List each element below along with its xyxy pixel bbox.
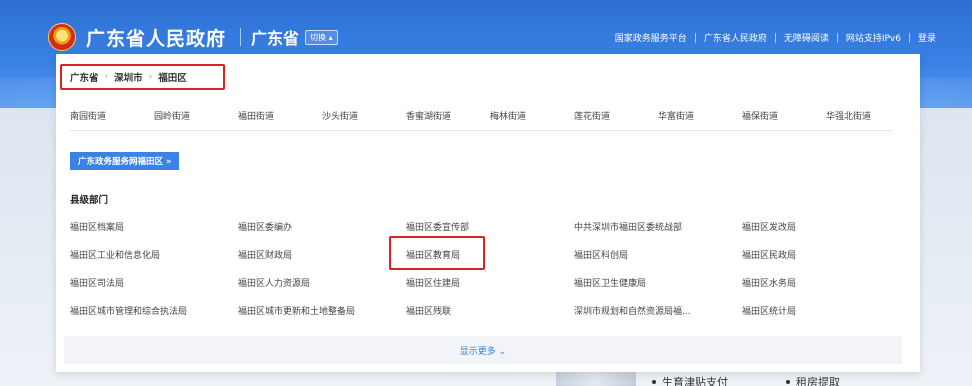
breadcrumb-item-province[interactable]: 广东省	[70, 70, 99, 84]
breadcrumb: 广东省 › 深圳市 › 福田区	[60, 64, 225, 90]
current-region: 广东省	[251, 29, 300, 48]
portal-link-button[interactable]: 广东政务服务网福田区 »	[70, 152, 180, 170]
street-item[interactable]: 莲花街道	[574, 109, 610, 122]
dept-item[interactable]: 福田区委编办	[238, 220, 292, 233]
dept-item[interactable]: 福田区残联	[406, 304, 451, 317]
dept-item[interactable]: 福田区卫生健康局	[574, 276, 646, 289]
street-list: 南园街道 园岭街道 福田街道 沙头街道 香蜜湖街道 梅林街道 莲花街道 华富街道…	[70, 109, 892, 131]
breadcrumb-separator: ›	[148, 72, 153, 82]
site-logo[interactable]: 广东省人民政府 广东省 切换 ▴	[48, 23, 338, 51]
dept-item[interactable]: 福田区城市管理和综合执法局	[70, 304, 187, 317]
link-national-platform[interactable]: 国家政务服务平台	[607, 31, 695, 44]
dept-item[interactable]: 福田区住建局	[406, 276, 460, 289]
dept-item[interactable]: 福田区委宣传部	[406, 220, 469, 233]
site-title: 广东省人民政府	[86, 27, 227, 50]
dept-item[interactable]: 福田区城市更新和土地整备局	[238, 304, 355, 317]
street-item[interactable]: 南园街道	[70, 109, 106, 122]
background-list-item[interactable]: 租房提取	[786, 374, 840, 386]
title-divider	[240, 28, 242, 46]
dept-item[interactable]: 福田区发改局	[742, 220, 796, 233]
dept-item[interactable]: 福田区档案局	[70, 220, 124, 233]
highlight-box	[389, 236, 485, 270]
link-accessibility[interactable]: 无障碍阅读	[776, 31, 837, 44]
street-item[interactable]: 沙头街道	[322, 109, 358, 122]
background-item-label: 租房提取	[796, 376, 840, 386]
dept-item[interactable]: 福田区科创局	[574, 248, 628, 261]
dept-item[interactable]: 福田区人力资源局	[238, 276, 310, 289]
top-links: 国家政务服务平台 广东省人民政府 无障碍阅读 网站支持IPv6 登录	[607, 31, 944, 44]
breadcrumb-item-city[interactable]: 深圳市	[114, 70, 143, 84]
breadcrumb-item-district[interactable]: 福田区	[158, 70, 187, 84]
street-item[interactable]: 福田街道	[238, 109, 274, 122]
dept-item[interactable]: 福田区司法局	[70, 276, 124, 289]
dept-item[interactable]: 福田区工业和信息化局	[70, 248, 160, 261]
link-provincial-gov[interactable]: 广东省人民政府	[696, 31, 775, 44]
breadcrumb-separator: ›	[104, 72, 109, 82]
street-item[interactable]: 华富街道	[658, 109, 694, 122]
section-title-county-departments: 县级部门	[70, 195, 109, 206]
dept-item[interactable]: 福田区水务局	[742, 276, 796, 289]
street-item[interactable]: 华强北街道	[826, 109, 871, 122]
show-more-button[interactable]: 显示更多 ⌄	[64, 336, 902, 364]
dept-item[interactable]: 福田区财政局	[238, 248, 292, 261]
dept-item[interactable]: 中共深圳市福田区委统战部	[574, 220, 682, 233]
background-item-label: 生育津贴支付	[662, 376, 728, 386]
dept-item[interactable]: 福田区民政局	[742, 248, 796, 261]
login-link[interactable]: 登录	[910, 31, 944, 44]
link-ipv6[interactable]: 网站支持IPv6	[838, 31, 909, 44]
background-list-item[interactable]: 生育津贴支付	[652, 374, 728, 386]
region-switch-button[interactable]: 切换 ▴	[305, 29, 338, 45]
street-item[interactable]: 福保街道	[742, 109, 778, 122]
national-emblem-icon	[48, 23, 76, 51]
bullet-icon	[786, 380, 790, 384]
street-item[interactable]: 梅林街道	[490, 109, 526, 122]
bullet-icon	[652, 380, 656, 384]
region-dropdown-panel: 广东省 › 深圳市 › 福田区 南园街道 园岭街道 福田街道 沙头街道 香蜜湖街…	[56, 54, 920, 372]
street-item[interactable]: 香蜜湖街道	[406, 109, 451, 122]
street-item[interactable]: 园岭街道	[154, 109, 190, 122]
dept-item[interactable]: 福田区统计局	[742, 304, 796, 317]
dept-item[interactable]: 深圳市规划和自然资源局福...	[574, 304, 691, 317]
